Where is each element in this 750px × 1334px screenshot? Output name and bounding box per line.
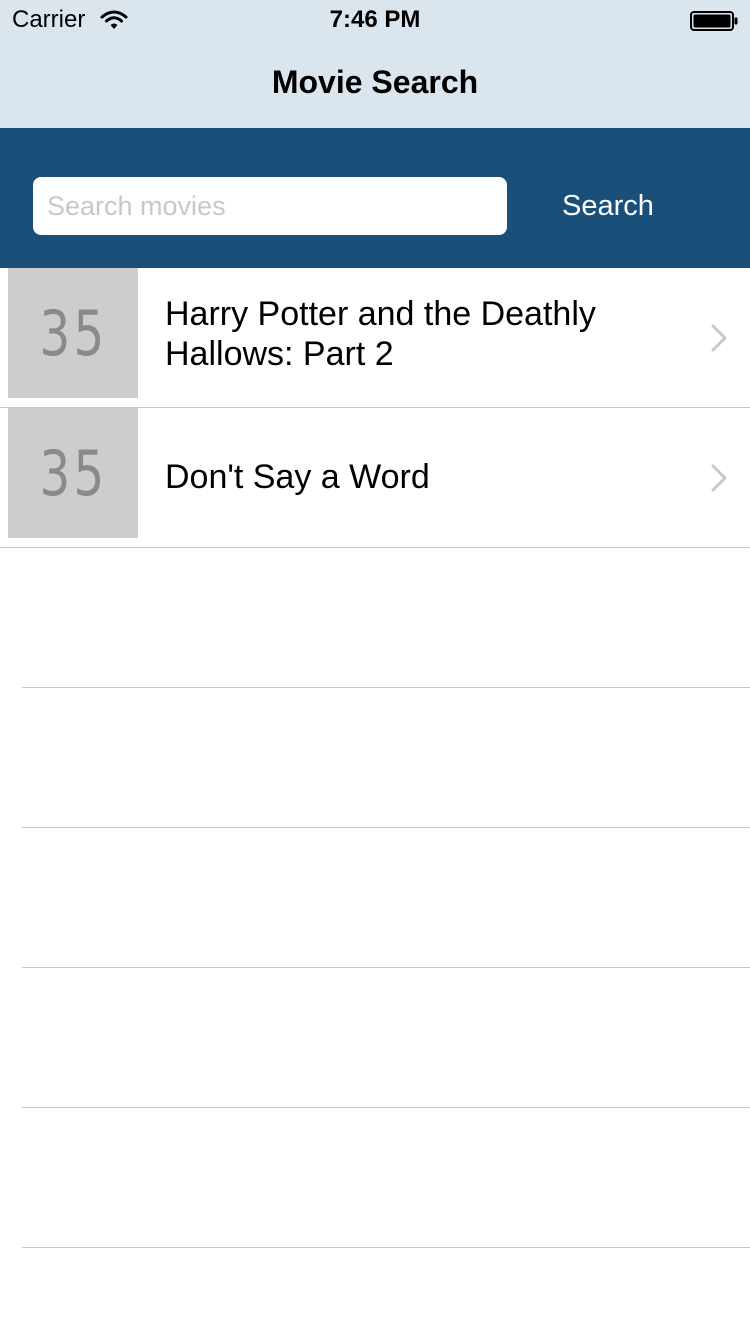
empty-list-row (0, 688, 750, 828)
page-title: Movie Search (271, 64, 479, 100)
empty-list-row (0, 968, 750, 1108)
thumbnail-placeholder-text: 35 (39, 296, 107, 370)
search-input[interactable] (33, 177, 507, 235)
list-item[interactable]: 35 Harry Potter and the Deathly Hallows:… (0, 268, 750, 408)
movie-thumbnail: 35 (8, 268, 138, 398)
empty-list-row (0, 548, 750, 688)
search-bar: Search (0, 128, 750, 268)
list-item[interactable]: 35 Don't Say a Word (0, 408, 750, 548)
empty-list-row (0, 1108, 750, 1248)
status-time: 7:46 PM (329, 6, 421, 33)
thumbnail-placeholder-text: 35 (39, 436, 107, 510)
movie-title: Harry Potter and the Deathly Hallows: Pa… (165, 295, 596, 373)
chevron-right-icon (711, 464, 727, 492)
empty-list-row (0, 828, 750, 968)
movie-thumbnail: 35 (8, 408, 138, 538)
search-button[interactable]: Search (520, 177, 696, 235)
navigation-header: Carrier 7:46 PM Movie Search (0, 0, 750, 129)
battery-icon (690, 11, 738, 31)
status-bar: Carrier 7:46 PM (0, 0, 750, 40)
movie-title: Don't Say a Word (165, 458, 430, 496)
chevron-right-icon (711, 324, 727, 352)
results-list: 35 Harry Potter and the Deathly Hallows:… (0, 268, 750, 1248)
